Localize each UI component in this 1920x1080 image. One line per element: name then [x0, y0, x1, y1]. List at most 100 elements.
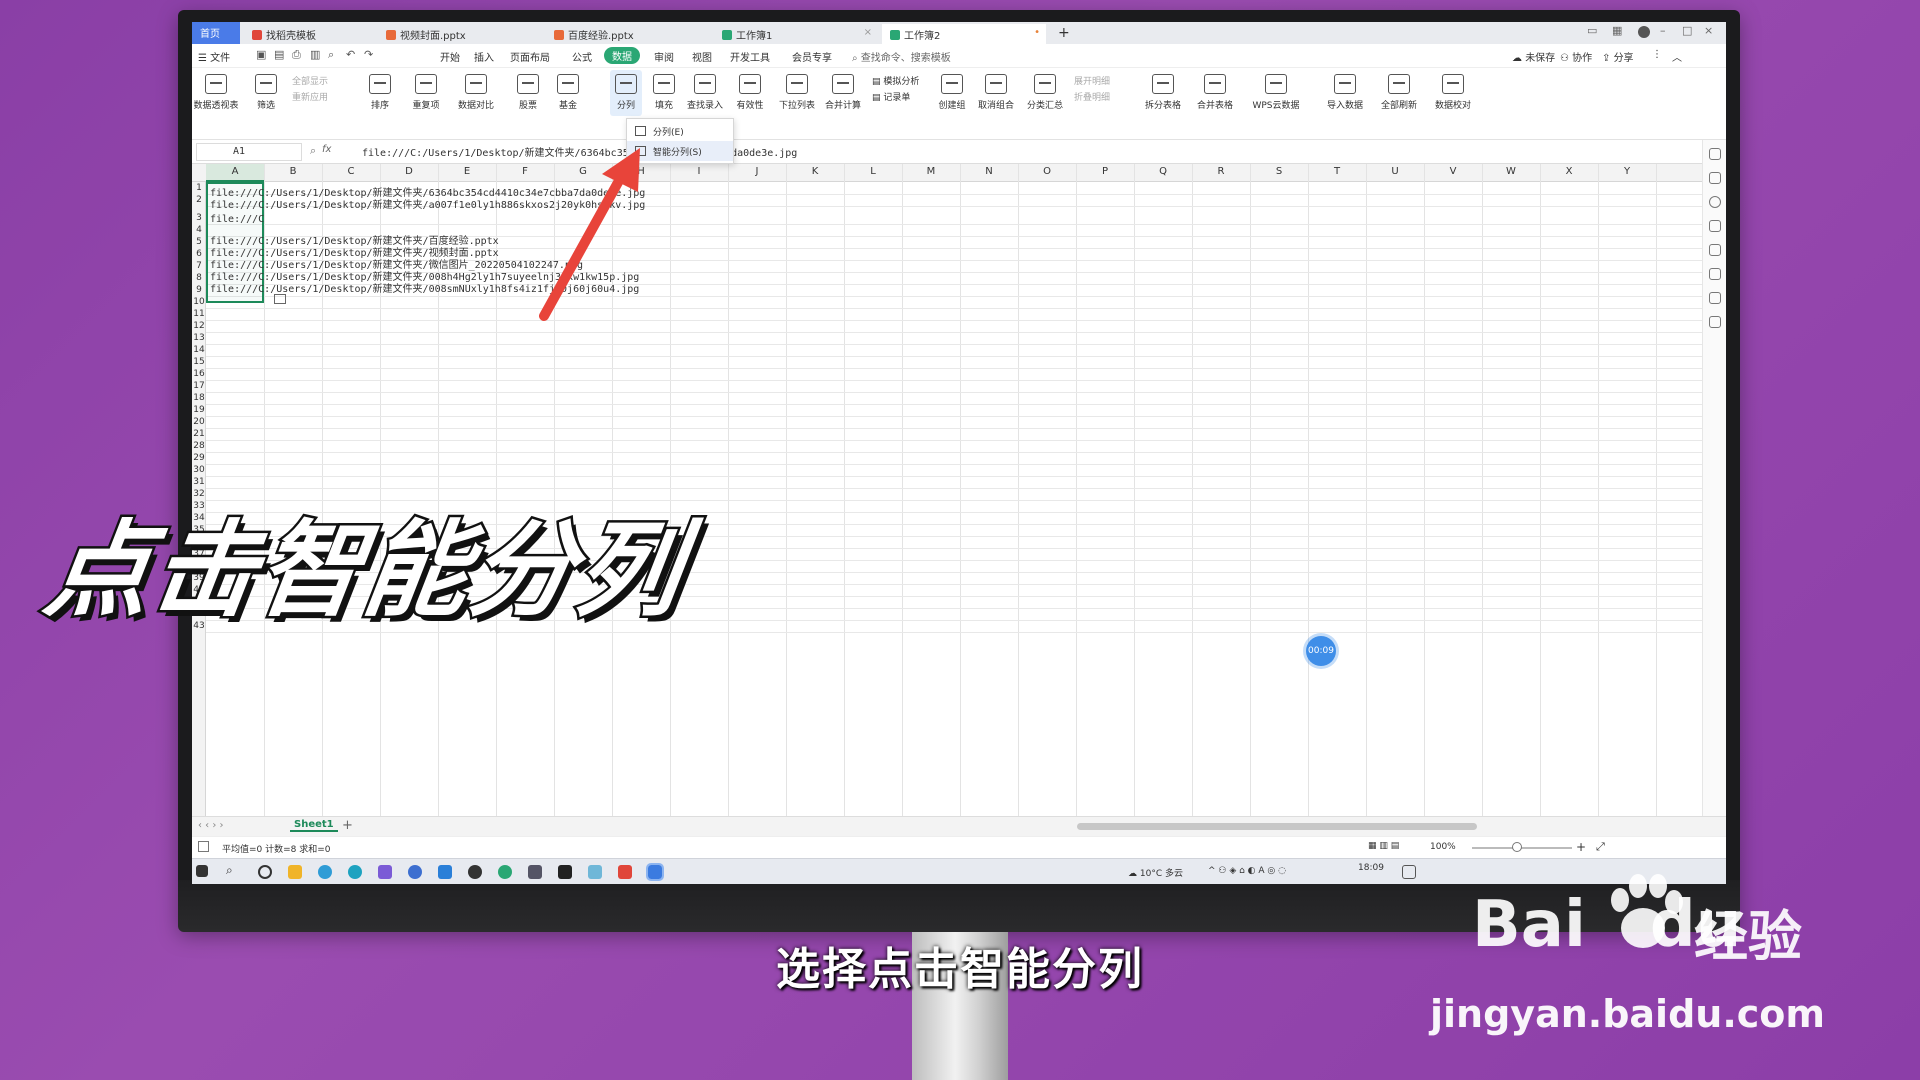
share-button[interactable]: ⇪ 分享 [1602, 49, 1634, 64]
row-header-14[interactable]: 14 [192, 345, 206, 355]
row-header-2[interactable]: 2 [192, 195, 206, 205]
status-icon[interactable] [198, 841, 209, 852]
zoom-slider-handle[interactable] [1512, 842, 1522, 852]
search-icon[interactable]: ⌕ [226, 863, 233, 878]
minimize-icon[interactable]: – [1660, 24, 1666, 37]
column-header-u[interactable]: U [1366, 166, 1424, 177]
menu-insert[interactable]: 插入 [474, 49, 494, 64]
grid-icon[interactable]: ▦ [1612, 24, 1622, 37]
notification-icon[interactable] [1402, 865, 1416, 879]
clock[interactable]: 18:09 [1358, 863, 1384, 873]
fx-button[interactable]: fx [322, 144, 331, 155]
capcut-icon[interactable] [558, 865, 572, 879]
row-header-16[interactable]: 16 [192, 369, 206, 379]
tab-home[interactable]: 首页 [192, 22, 240, 44]
find-icon[interactable]: ⌕ [328, 48, 334, 62]
sidebar-style-icon[interactable] [1709, 148, 1721, 160]
app-icon[interactable] [408, 865, 422, 879]
undo-icon[interactable]: ↶ [346, 48, 355, 61]
menu-review[interactable]: 审阅 [654, 49, 674, 64]
sidebar-book-icon[interactable] [1709, 316, 1721, 328]
add-sheet-button[interactable]: + [342, 818, 353, 833]
sort-button[interactable]: 排序 [364, 74, 396, 111]
column-header-b[interactable]: B [264, 166, 322, 177]
unsaved-button[interactable]: ☁ 未保存 [1512, 49, 1555, 64]
tab-workbook1[interactable]: 工作簿1 × [714, 24, 878, 44]
column-header-v[interactable]: V [1424, 166, 1482, 177]
column-header-y[interactable]: Y [1598, 166, 1656, 177]
validity-button[interactable]: 有效性 [730, 74, 770, 111]
data-compare-button[interactable]: 数据对比 [452, 74, 500, 111]
sidebar-location-icon[interactable] [1709, 292, 1721, 304]
layout-icon[interactable]: ▭ [1587, 24, 1597, 37]
sidebar-select-icon[interactable] [1709, 172, 1721, 184]
row-header-8[interactable]: 8 [192, 273, 206, 283]
column-header-a[interactable]: A [206, 166, 264, 177]
menu-view[interactable]: 视图 [692, 49, 712, 64]
show-all-button[interactable]: 全部显示 [292, 74, 328, 87]
row-header-29[interactable]: 29 [192, 453, 206, 463]
cortana-icon[interactable] [258, 865, 272, 879]
export-icon[interactable]: ▤ [274, 48, 284, 61]
row-header-9[interactable]: 9 [192, 285, 206, 295]
row-header-30[interactable]: 30 [192, 465, 206, 475]
row-header-4[interactable]: 4 [192, 225, 206, 235]
sidebar-help-icon[interactable] [1709, 196, 1721, 208]
edge-icon[interactable] [348, 865, 362, 879]
column-header-l[interactable]: L [844, 166, 902, 177]
weather[interactable]: ☁ 10°C 多云 [1128, 866, 1183, 879]
horizontal-scrollbar[interactable] [1077, 823, 1477, 830]
fill-button[interactable]: 填充 [648, 74, 680, 111]
row-header-1[interactable]: 1 [192, 183, 206, 193]
tab-workbook2[interactable]: 工作簿2 • [882, 24, 1046, 44]
close-window-icon[interactable]: × [1704, 24, 1713, 37]
column-header-d[interactable]: D [380, 166, 438, 177]
recording-timer[interactable]: 00:09 [1306, 636, 1336, 666]
stock-button[interactable]: 股票 [512, 74, 544, 111]
column-header-n[interactable]: N [960, 166, 1018, 177]
filter-button[interactable]: 筛选 [250, 74, 282, 111]
app-icon[interactable] [378, 865, 392, 879]
sheet-nav-icon[interactable]: ‹ ‹ › › [198, 820, 224, 831]
column-header-q[interactable]: Q [1134, 166, 1192, 177]
menu-formula[interactable]: 公式 [572, 49, 592, 64]
row-header-18[interactable]: 18 [192, 393, 206, 403]
column-header-i[interactable]: I [670, 166, 728, 177]
windows-start-icon[interactable] [196, 865, 208, 877]
menu-home[interactable]: 开始 [440, 49, 460, 64]
column-header-t[interactable]: T [1308, 166, 1366, 177]
column-header-j[interactable]: J [728, 166, 786, 177]
cell-a3[interactable]: file:///C [210, 214, 264, 225]
ungroup-button[interactable]: 取消组合 [972, 74, 1020, 111]
row-header-12[interactable]: 12 [192, 321, 206, 331]
row-header-15[interactable]: 15 [192, 357, 206, 367]
row-header-5[interactable]: 5 [192, 237, 206, 247]
column-header-r[interactable]: R [1192, 166, 1250, 177]
sidebar-table-icon[interactable] [1709, 244, 1721, 256]
tab-baidu-jingyan[interactable]: 百度经验.pptx [546, 24, 710, 44]
tab-video-cover[interactable]: 视频封面.pptx [378, 24, 542, 44]
column-header-m[interactable]: M [902, 166, 960, 177]
file-explorer-icon[interactable] [288, 865, 302, 879]
dropdown-list-button[interactable]: 下拉列表 [776, 74, 818, 111]
split-column-menu-item[interactable]: 分列(E) [627, 121, 733, 141]
print-icon[interactable]: ⎙ [292, 48, 301, 62]
pivot-table-button[interactable]: 数据透视表 [192, 74, 240, 111]
collapse-detail-button[interactable]: 折叠明细 [1074, 90, 1110, 103]
column-header-e[interactable]: E [438, 166, 496, 177]
row-header-11[interactable]: 11 [192, 309, 206, 319]
column-header-p[interactable]: P [1076, 166, 1134, 177]
sheet-tab[interactable]: Sheet1 [290, 819, 338, 832]
paste-options-icon[interactable] [274, 294, 286, 304]
menu-developer[interactable]: 开发工具 [730, 49, 770, 64]
menu-data[interactable]: 数据 [604, 47, 640, 64]
new-tab-button[interactable]: + [1050, 22, 1074, 42]
row-header-28[interactable]: 28 [192, 441, 206, 451]
column-header-c[interactable]: C [322, 166, 380, 177]
zoom-level[interactable]: 100% [1430, 842, 1456, 852]
create-group-button[interactable]: 创建组 [934, 74, 970, 111]
lookup-entry-button[interactable]: 查找录入 [684, 74, 726, 111]
reapply-button[interactable]: 重新应用 [292, 90, 328, 103]
duplicates-button[interactable]: 重复项 [406, 74, 446, 111]
tray-icons[interactable]: ^ ⚇ ◈ ⌂ ◐ A ◎ ◌ [1208, 866, 1286, 876]
